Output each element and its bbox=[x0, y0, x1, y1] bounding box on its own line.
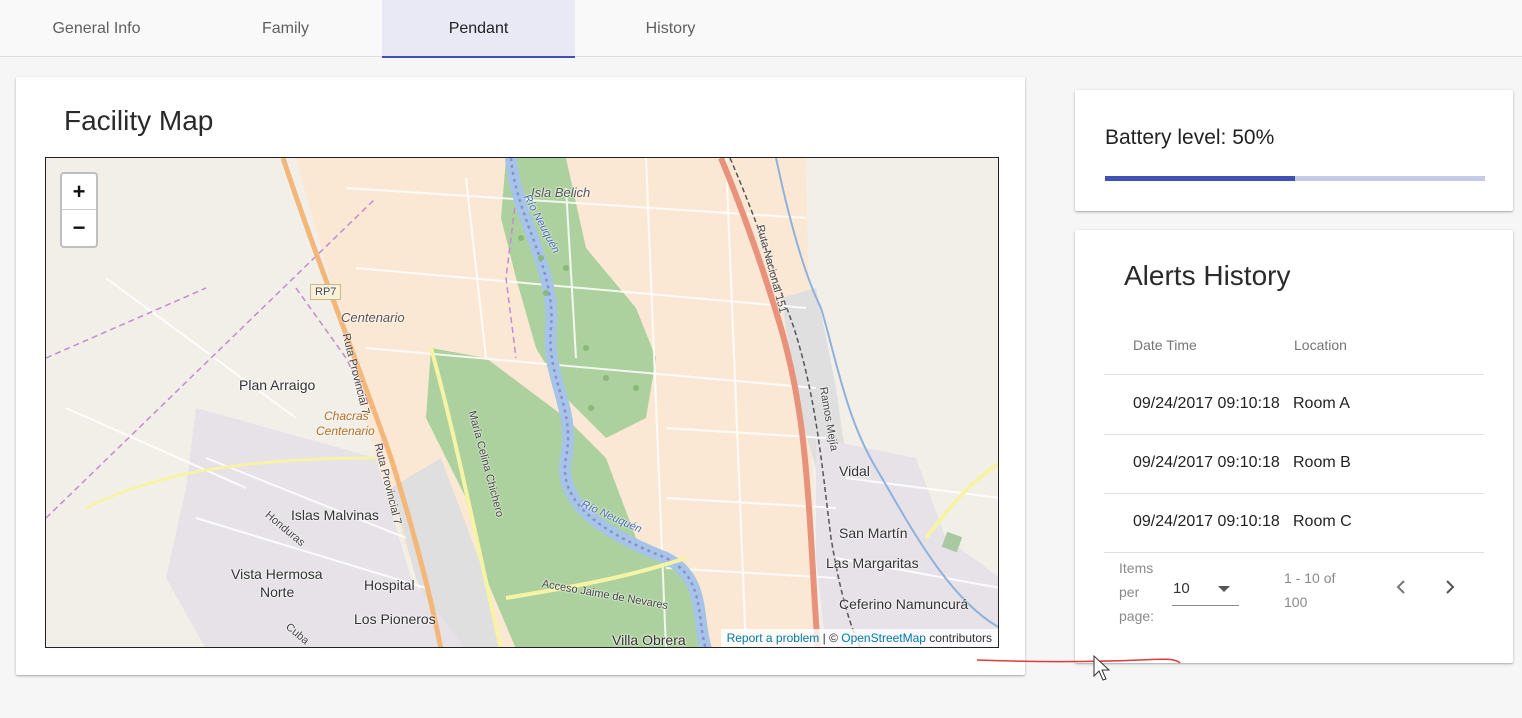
page-size-select[interactable]: 10 bbox=[1172, 574, 1239, 606]
column-header-datetime[interactable]: Date Time bbox=[1133, 337, 1197, 353]
alerts-history-title: Alerts History bbox=[1124, 260, 1291, 291]
tab-history[interactable]: History bbox=[574, 0, 767, 57]
table-row[interactable]: 09/24/2017 09:10:18 Room A bbox=[1104, 376, 1484, 435]
map-label: Los Pioneros bbox=[354, 611, 436, 627]
cell-location: Room B bbox=[1293, 454, 1351, 471]
page-size-value: 10 bbox=[1173, 580, 1190, 597]
attribution-contributors: contributors bbox=[925, 631, 992, 645]
page-range-label: 1 - 10 of 100 bbox=[1284, 570, 1336, 610]
chevron-right-icon bbox=[1446, 580, 1455, 594]
column-header-location[interactable]: Location bbox=[1294, 337, 1347, 353]
tab-general-info[interactable]: General Info bbox=[0, 0, 193, 57]
facility-map[interactable]: Isla Belich RP7 Centenario Plan Arraigo … bbox=[45, 157, 999, 648]
cell-datetime: 09/24/2017 09:10:18 bbox=[1133, 454, 1280, 471]
facility-map-title: Facility Map bbox=[64, 105, 214, 136]
battery-card: Battery level: 50% bbox=[1075, 90, 1513, 211]
map-label: Ceferino Namuncurá bbox=[839, 596, 969, 612]
map-tiles bbox=[46, 158, 998, 647]
battery-level-label: Battery level: 50% bbox=[1105, 126, 1275, 149]
tab-pendant[interactable]: Pendant bbox=[382, 0, 575, 58]
map-label: Plan Arraigo bbox=[239, 377, 316, 393]
tab-bar: General Info Family Pendant History bbox=[0, 0, 1522, 58]
map-road-shield: RP7 bbox=[310, 284, 342, 300]
report-problem-link[interactable]: Report a problem bbox=[727, 631, 820, 645]
map-label: Villa Obrera bbox=[612, 632, 686, 648]
map-label: Vidal bbox=[839, 463, 870, 479]
table-row[interactable]: 09/24/2017 09:10:18 Room C bbox=[1104, 494, 1484, 553]
alerts-table-header: Date Time Location bbox=[1104, 330, 1484, 375]
cell-location: Room C bbox=[1293, 513, 1352, 530]
map-label: Isla Belich bbox=[531, 185, 591, 200]
cell-datetime: 09/24/2017 09:10:18 bbox=[1133, 513, 1280, 530]
previous-page-button[interactable] bbox=[1386, 572, 1416, 602]
map-label: Vista Hermosa bbox=[231, 566, 323, 582]
zoom-control: + − bbox=[60, 172, 98, 248]
map-label: Norte bbox=[260, 584, 295, 600]
items-per-page-label: Items per page: bbox=[1119, 560, 1155, 624]
chevron-left-icon bbox=[1396, 580, 1405, 594]
zoom-out-button[interactable]: − bbox=[62, 210, 96, 246]
paginator: Items per page: 10 1 - 10 of 100 bbox=[1104, 552, 1484, 632]
alerts-history-card: Alerts History Date Time Location 09/24/… bbox=[1075, 230, 1513, 663]
dropdown-arrow-icon bbox=[1218, 586, 1230, 592]
annotation-stroke bbox=[976, 654, 1181, 681]
facility-map-card: Facility Map Isla Belich RP7 Centenario … bbox=[16, 77, 1025, 675]
map-label: Centenario bbox=[316, 424, 375, 438]
cell-datetime: 09/24/2017 09:10:18 bbox=[1133, 395, 1280, 412]
attribution-separator: | © bbox=[819, 631, 842, 645]
cell-location: Room A bbox=[1293, 395, 1350, 412]
next-page-button[interactable] bbox=[1435, 572, 1465, 602]
map-label: Las Margaritas bbox=[826, 555, 919, 571]
map-label: San Martín bbox=[839, 525, 908, 541]
zoom-in-button[interactable]: + bbox=[62, 174, 96, 210]
map-attribution: Report a problem | © OpenStreetMap contr… bbox=[720, 629, 998, 647]
battery-progress-bar bbox=[1105, 176, 1485, 181]
battery-progress-fill bbox=[1105, 176, 1295, 181]
map-label: Islas Malvinas bbox=[291, 507, 379, 523]
table-row[interactable]: 09/24/2017 09:10:18 Room B bbox=[1104, 435, 1484, 494]
openstreetmap-link[interactable]: OpenStreetMap bbox=[841, 631, 926, 645]
tab-family[interactable]: Family bbox=[189, 0, 382, 57]
map-label: Hospital bbox=[364, 577, 415, 593]
map-label: Centenario bbox=[341, 310, 405, 325]
